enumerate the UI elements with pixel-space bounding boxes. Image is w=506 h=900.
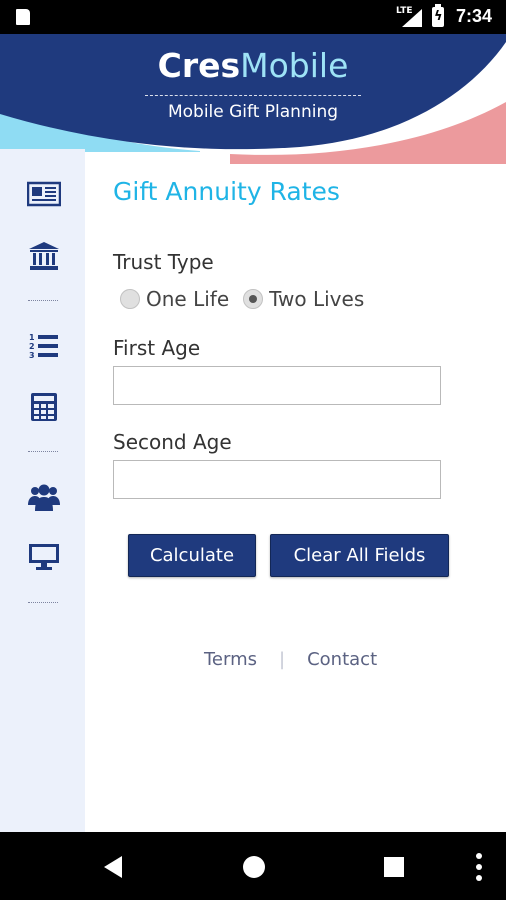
clock: 7:34 xyxy=(456,6,493,26)
sidebar-divider xyxy=(28,602,58,603)
sidebar-item-calculator[interactable] xyxy=(27,392,61,422)
brand-logo: CresMobile xyxy=(0,46,506,85)
radio-button-selected[interactable] xyxy=(243,289,264,309)
home-icon[interactable] xyxy=(239,852,269,882)
app-header: CresMobile Mobile Gift Planning xyxy=(0,34,506,164)
sidebar-divider xyxy=(28,451,58,452)
brand-divider xyxy=(145,95,361,96)
newspaper-icon xyxy=(27,181,61,207)
trust-type-label: Trust Type xyxy=(113,250,214,274)
sidebar-item-news[interactable] xyxy=(27,179,61,209)
calculate-button[interactable]: Calculate xyxy=(128,534,256,577)
tagline: Mobile Gift Planning xyxy=(167,102,339,122)
users-icon xyxy=(28,484,60,511)
bank-icon xyxy=(29,242,59,270)
calculator-icon xyxy=(31,393,57,421)
signal-icon xyxy=(402,9,422,27)
trust-type-radio-group: One Life Two Lives xyxy=(120,287,378,311)
system-nav-bar xyxy=(0,832,506,900)
radio-one-life-label: One Life xyxy=(146,287,230,311)
sidebar-item-users[interactable] xyxy=(27,482,61,512)
sidebar-item-bank[interactable] xyxy=(27,241,61,271)
monitor-icon xyxy=(29,544,59,570)
more-icon[interactable] xyxy=(464,852,494,882)
sd-card-icon xyxy=(16,9,30,25)
sidebar: 1 2 3 xyxy=(0,149,85,832)
svg-text:2: 2 xyxy=(29,342,35,351)
recents-icon[interactable] xyxy=(379,852,409,882)
status-bar: LTE ϟ 7:34 xyxy=(0,0,506,34)
clear-all-fields-button[interactable]: Clear All Fields xyxy=(270,534,449,577)
numbered-list-icon: 1 2 3 xyxy=(29,333,58,360)
sidebar-item-display[interactable] xyxy=(27,542,61,572)
sidebar-item-list[interactable]: 1 2 3 xyxy=(27,331,61,361)
svg-text:1: 1 xyxy=(29,333,35,342)
sidebar-divider xyxy=(28,300,58,301)
footer-separator: | xyxy=(279,649,286,670)
radio-one-life[interactable]: One Life xyxy=(120,287,229,311)
second-age-label: Second Age xyxy=(113,430,232,454)
radio-button[interactable] xyxy=(120,289,140,309)
battery-charging-icon: ϟ xyxy=(432,4,444,27)
radio-two-lives[interactable]: Two Lives xyxy=(243,287,364,311)
brand-light-text: Mobile xyxy=(240,46,349,85)
back-icon[interactable] xyxy=(98,852,128,882)
contact-link[interactable]: Contact xyxy=(307,649,377,670)
svg-text:3: 3 xyxy=(29,351,35,360)
page-title: Gift Annuity Rates xyxy=(113,177,340,206)
terms-link[interactable]: Terms xyxy=(204,649,257,670)
footer-links: Terms | Contact xyxy=(204,649,377,670)
first-age-input[interactable] xyxy=(113,366,441,405)
app-screen: CresMobile Mobile Gift Planning 1 2 3 Gi… xyxy=(0,34,506,832)
first-age-label: First Age xyxy=(113,336,201,360)
brand-bold-text: Cres xyxy=(157,46,241,85)
radio-two-lives-label: Two Lives xyxy=(269,287,365,311)
second-age-input[interactable] xyxy=(113,460,441,499)
